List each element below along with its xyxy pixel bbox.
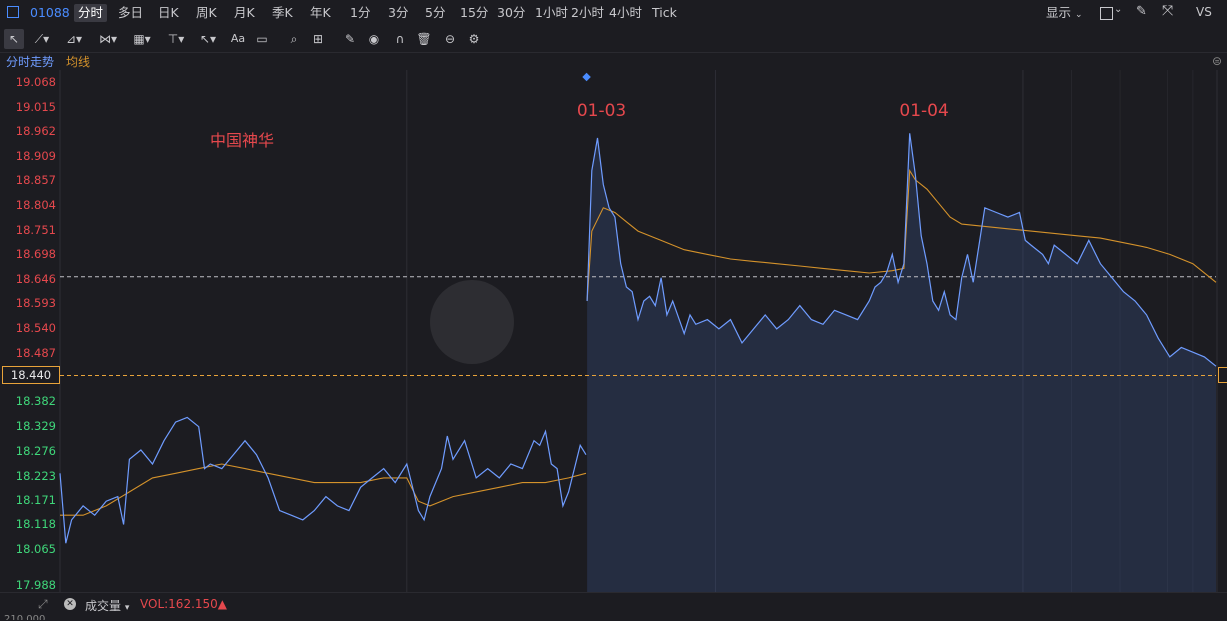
search-icon[interactable]: ⌕ — [284, 29, 304, 49]
tab-period-8[interactable]: 3分 — [384, 4, 412, 22]
price-area-fill — [587, 133, 1216, 592]
channel-tool-icon[interactable]: ⊿▾ — [64, 29, 84, 49]
tab-period-2[interactable]: 日K — [154, 4, 183, 22]
volume-axis-value: 210,000 — [4, 615, 45, 620]
day-label-1: 01-04 — [899, 101, 948, 121]
tab-period-10[interactable]: 15分 — [456, 4, 492, 22]
watermark-circle — [430, 280, 514, 364]
y-tick-label: 19.068 — [15, 75, 56, 89]
legend-price-line[interactable]: 分时走势 — [6, 54, 54, 70]
y-tick-label: 18.276 — [15, 443, 56, 458]
prev-close-badge: 18.440 — [2, 366, 60, 385]
tab-period-7[interactable]: 1分 — [346, 4, 374, 22]
day-label-0: 01-03 — [577, 101, 626, 121]
y-tick-label: 18.804 — [15, 197, 56, 212]
chevron-down-icon[interactable]: ⌄ — [1114, 4, 1122, 15]
display-menu[interactable]: 显示 ⌄ — [1042, 4, 1087, 22]
eye-icon[interactable]: ◉ — [364, 29, 384, 49]
tab-period-11[interactable]: 30分 — [493, 4, 529, 22]
tab-period-0[interactable]: 分时 — [74, 4, 108, 22]
indicator-label: 成交量 — [85, 599, 122, 613]
wave-tool-icon[interactable]: ⋈▾ — [98, 29, 118, 49]
y-tick-label: 18.223 — [15, 468, 56, 483]
y-tick-label: 18.646 — [15, 271, 56, 286]
stock-code[interactable]: 01088 — [30, 4, 70, 22]
display-label: 显示 — [1046, 5, 1072, 20]
y-tick-label: 18.698 — [15, 247, 56, 262]
y-tick-label: 18.909 — [15, 149, 56, 164]
close-indicator-icon[interactable]: ✕ — [64, 598, 76, 610]
tab-period-5[interactable]: 季K — [268, 4, 297, 22]
y-tick-label: 18.593 — [15, 296, 56, 311]
text-tool-icon[interactable]: Aa — [228, 29, 248, 49]
arrow-tool-icon[interactable]: ↖▾ — [198, 29, 218, 49]
compare-vs-button[interactable]: VS — [1196, 5, 1212, 19]
volume-readout: VOL:162.150▲ — [140, 597, 228, 611]
legend-avg-line[interactable]: 均线 — [66, 54, 90, 70]
y-tick-label: 19.015 — [15, 99, 56, 114]
y-tick-label: 18.382 — [15, 394, 56, 409]
tab-period-1[interactable]: 多日 — [114, 4, 147, 22]
y-tick-label: 18.171 — [15, 492, 56, 507]
tab-period-12[interactable]: 1小时 — [531, 4, 572, 22]
tab-period-13[interactable]: 2小时 — [567, 4, 608, 22]
right-prev-close-badge — [1218, 367, 1227, 384]
chevron-down-icon: ⌄ — [1075, 10, 1083, 20]
indicator-select[interactable]: 成交量 ▾ — [85, 597, 129, 614]
drawing-toolbar: ↖ ⟋▾ ⊿▾ ⋈▾ ▦▾ ⊤▾ ↖▾ Aa ▭ ⌕ ⊞ ✎ ◉ ∩ 🗑 ⊖ ⚙ — [0, 26, 1227, 53]
brush-icon[interactable]: ✎ — [340, 29, 360, 49]
y-tick-label: 18.857 — [15, 173, 56, 188]
y-tick-label: 18.751 — [15, 222, 56, 237]
pen-icon[interactable]: ✎ — [1136, 4, 1147, 19]
tab-period-3[interactable]: 周K — [192, 4, 221, 22]
period-toolbar: 01088 分时 多日 日K 周K 月K 季K 年K 1分 3分 5分 15分 30分 1小时 2小时 4小… — [0, 0, 1227, 27]
trash-icon[interactable]: 🗑 — [414, 29, 434, 49]
y-tick-label: 18.962 — [15, 124, 56, 139]
watermark-logo — [430, 280, 514, 364]
cursor-icon[interactable]: ↖ — [4, 29, 24, 49]
magnet-icon[interactable]: ⊞ — [308, 29, 328, 49]
layout-checkbox-icon[interactable] — [1100, 7, 1113, 20]
y-tick-label: 18.540 — [15, 320, 56, 335]
panel-toggle-icon[interactable] — [7, 6, 19, 18]
fib-tool-icon[interactable]: ▦▾ — [132, 29, 152, 49]
y-tick-label: 18.487 — [15, 345, 56, 360]
y-tick-label: 18.065 — [15, 542, 56, 557]
intraday-chart[interactable]: 01-03 01-04 中国神华 — [0, 70, 1227, 592]
expand-icon[interactable]: ⤧ — [1162, 3, 1173, 19]
chevron-down-icon: ▾ — [124, 603, 130, 613]
legend-menu-icon[interactable]: ⊜ — [1212, 54, 1222, 68]
comment-icon[interactable]: ▭ — [252, 29, 272, 49]
line-tool-icon[interactable]: ⟋▾ — [32, 29, 52, 49]
resize-icon[interactable]: ⤢ — [38, 597, 48, 612]
tab-period-14[interactable]: 4小时 — [605, 4, 646, 22]
y-tick-label: 17.988 — [15, 578, 56, 592]
chart-title: 中国神华 — [210, 131, 274, 150]
tab-period-9[interactable]: 5分 — [421, 4, 449, 22]
tab-period-4[interactable]: 月K — [230, 4, 259, 22]
y-tick-label: 18.118 — [15, 517, 56, 532]
volume-panel-header: ⤢ ✕ 成交量 ▾ VOL:162.150▲ 210,000 — [0, 592, 1227, 621]
measure-tool-icon[interactable]: ⊤▾ — [166, 29, 186, 49]
y-tick-label: 18.329 — [15, 419, 56, 434]
magnet-snap-icon[interactable]: ∩ — [390, 29, 410, 49]
gear-icon[interactable]: ⚙ — [464, 29, 484, 49]
tab-period-15[interactable]: Tick — [648, 4, 681, 22]
day-marker-diamond — [582, 72, 591, 82]
tab-period-6[interactable]: 年K — [306, 4, 335, 22]
sync-icon[interactable]: ⊖ — [440, 29, 460, 49]
